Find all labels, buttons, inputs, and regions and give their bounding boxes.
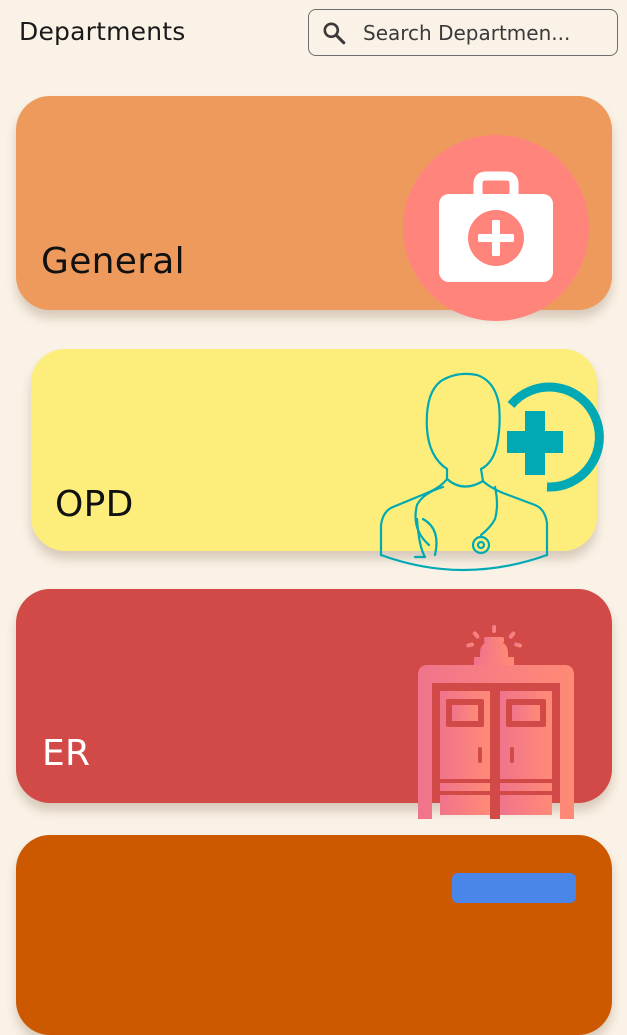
emergency-room-doors-icon [418, 625, 574, 819]
department-card-er[interactable]: ER [16, 589, 612, 819]
first-aid-kit-icon [403, 135, 589, 321]
app-header: Departments [0, 0, 627, 70]
department-card-partial[interactable] [16, 835, 612, 1035]
department-label: ER [42, 733, 91, 774]
page-title: Departments [19, 17, 186, 46]
search-box[interactable] [308, 9, 618, 56]
department-label: General [41, 241, 185, 282]
department-card-opd[interactable]: OPD [31, 349, 604, 572]
search-input[interactable] [363, 20, 593, 45]
search-icon [323, 21, 346, 44]
doctor-with-plus-icon [379, 372, 604, 572]
department-label: OPD [55, 484, 134, 525]
department-card-general[interactable]: General [16, 96, 612, 321]
partial-card-icon [452, 873, 576, 903]
